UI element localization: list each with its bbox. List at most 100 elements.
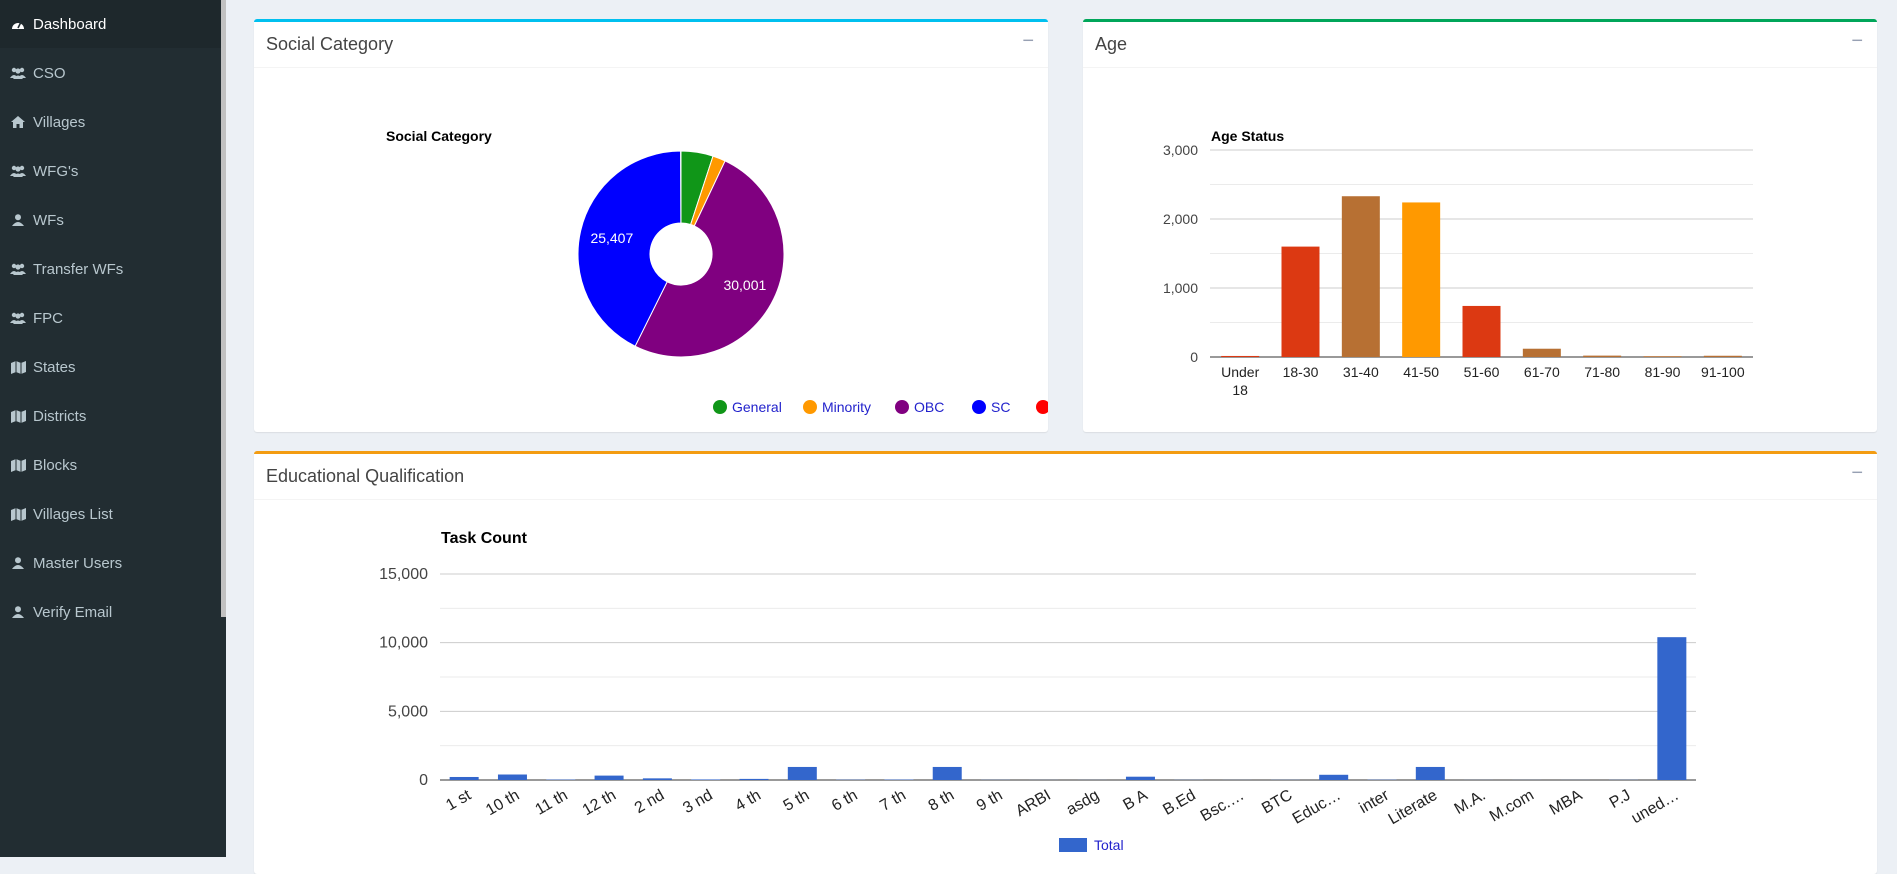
dashboard-icon — [9, 18, 27, 30]
y-tick-label: 1,000 — [1163, 280, 1198, 296]
collapse-button[interactable]: − — [1022, 30, 1034, 53]
y-tick-label: 3,000 — [1163, 142, 1198, 158]
age-panel: Age − Age Status01,0002,0003,000Under181… — [1083, 19, 1877, 432]
y-tick-label: 5,000 — [388, 703, 428, 720]
panel-header: Age − — [1083, 22, 1877, 68]
sidebar-item-label: FPC — [33, 310, 63, 327]
sidebar-item-transfer-wfs[interactable]: Transfer WFs — [0, 245, 221, 293]
sidebar-item-dashboard[interactable]: Dashboard — [0, 0, 221, 48]
x-tick-label: 1 st — [443, 786, 474, 814]
x-tick-label: B.Ed — [1160, 787, 1199, 819]
bar — [450, 777, 479, 780]
x-tick-label: 41-50 — [1403, 364, 1439, 380]
x-tick-label: asdg — [1064, 787, 1103, 819]
x-tick-label: M.com — [1487, 787, 1537, 826]
x-tick-label: 8 th — [926, 787, 958, 815]
sidebar-item-villages[interactable]: Villages — [0, 98, 221, 146]
legend-label: SC — [991, 399, 1010, 415]
legend-marker — [803, 400, 817, 414]
x-tick-label: 3 nd — [680, 787, 715, 817]
x-tick-label: uned… — [1629, 787, 1682, 828]
bar — [1416, 767, 1445, 780]
chart-title: Social Category — [386, 128, 492, 144]
x-tick-label: M.A. — [1452, 787, 1489, 818]
panel-title: Educational Qualification — [266, 466, 464, 487]
bar — [1657, 637, 1686, 780]
data-label: 30,001 — [723, 277, 766, 293]
bar — [1282, 247, 1320, 357]
sidebar-item-wfg-s[interactable]: WFG's — [0, 147, 221, 195]
sidebar: Dashboard CSO Villages WFG's WFs Transfer WFs… — [0, 0, 226, 857]
age-status-chart: Age Status01,0002,0003,000Under1818-3031… — [1083, 82, 1877, 422]
panel-title: Social Category — [266, 34, 393, 55]
sidebar-item-label: Villages List — [33, 506, 113, 523]
sidebar-item-label: Verify Email — [33, 604, 112, 621]
x-tick-label: P.J — [1607, 787, 1634, 812]
x-tick-label: Bsc.… — [1198, 787, 1247, 825]
bar — [1402, 202, 1440, 357]
x-tick-label: 18-30 — [1283, 364, 1319, 380]
bar — [1704, 356, 1742, 357]
x-tick-label: 51-60 — [1464, 364, 1500, 380]
sidebar-item-label: WFG's — [33, 163, 78, 180]
x-tick-label: 5 th — [781, 787, 813, 815]
bar — [595, 776, 624, 780]
x-tick-label: Literate — [1386, 787, 1441, 828]
collapse-button[interactable]: − — [1851, 462, 1863, 485]
user-icon — [9, 557, 27, 569]
legend-marker — [895, 400, 909, 414]
collapse-button[interactable]: − — [1851, 30, 1863, 53]
sidebar-item-cso[interactable]: CSO — [0, 49, 221, 97]
x-tick-label: 6 th — [829, 787, 861, 815]
sidebar-item-blocks[interactable]: Blocks — [0, 441, 221, 489]
sidebar-item-verify-email[interactable]: Verify Email — [0, 588, 221, 636]
y-tick-label: 2,000 — [1163, 211, 1198, 227]
x-tick-label: Under — [1221, 364, 1259, 380]
legend-label: Minority — [822, 399, 871, 415]
sidebar-item-label: Districts — [33, 408, 86, 425]
panel-header: Social Category − — [254, 22, 1048, 68]
panel-title: Age — [1095, 34, 1127, 55]
sidebar-item-label: Transfer WFs — [33, 261, 123, 278]
map-icon — [9, 361, 27, 374]
bar — [1463, 306, 1501, 357]
users-icon — [9, 263, 27, 275]
data-label: 25,407 — [590, 230, 633, 246]
x-tick-label: ARBI — [1013, 787, 1054, 820]
sidebar-item-master-users[interactable]: Master Users — [0, 539, 221, 587]
sidebar-item-districts[interactable]: Districts — [0, 392, 221, 440]
sidebar-item-label: WFs — [33, 212, 64, 229]
bar — [1583, 356, 1621, 357]
y-tick-label: 0 — [1190, 349, 1198, 365]
x-tick-label: 7 th — [877, 787, 909, 815]
legend-label: OBC — [914, 399, 944, 415]
sidebar-item-wfs[interactable]: WFs — [0, 196, 221, 244]
legend-marker — [972, 400, 986, 414]
bar — [933, 767, 962, 780]
home-icon — [9, 116, 27, 128]
x-tick-label: Educ… — [1290, 787, 1344, 828]
bar — [1221, 356, 1259, 357]
x-tick-label: 61-70 — [1524, 364, 1560, 380]
social-category-chart: Social Category30,00125,407GeneralMinori… — [254, 82, 1048, 422]
bar — [740, 779, 769, 780]
sidebar-item-villages-list[interactable]: Villages List — [0, 490, 221, 538]
map-icon — [9, 459, 27, 472]
users-icon — [9, 165, 27, 177]
sidebar-item-label: Master Users — [33, 555, 122, 572]
sidebar-item-label: CSO — [33, 65, 66, 82]
panel-header: Educational Qualification − — [254, 454, 1877, 500]
social-category-panel: Social Category − Social Category 30,001 2… — [254, 19, 1048, 432]
x-tick-label: B A — [1120, 787, 1150, 814]
users-icon — [9, 312, 27, 324]
educational-qualification-panel: Educational Qualification − Task Count05… — [254, 451, 1877, 874]
bar — [1126, 777, 1155, 780]
sidebar-item-fpc[interactable]: FPC — [0, 294, 221, 342]
x-tick-label: 31-40 — [1343, 364, 1379, 380]
legend-marker — [1059, 838, 1087, 852]
x-tick-label: 91-100 — [1701, 364, 1745, 380]
sidebar-item-states[interactable]: States — [0, 343, 221, 391]
user-icon — [9, 606, 27, 618]
sidebar-item-label: States — [33, 359, 76, 376]
x-tick-label: 9 th — [974, 787, 1006, 815]
